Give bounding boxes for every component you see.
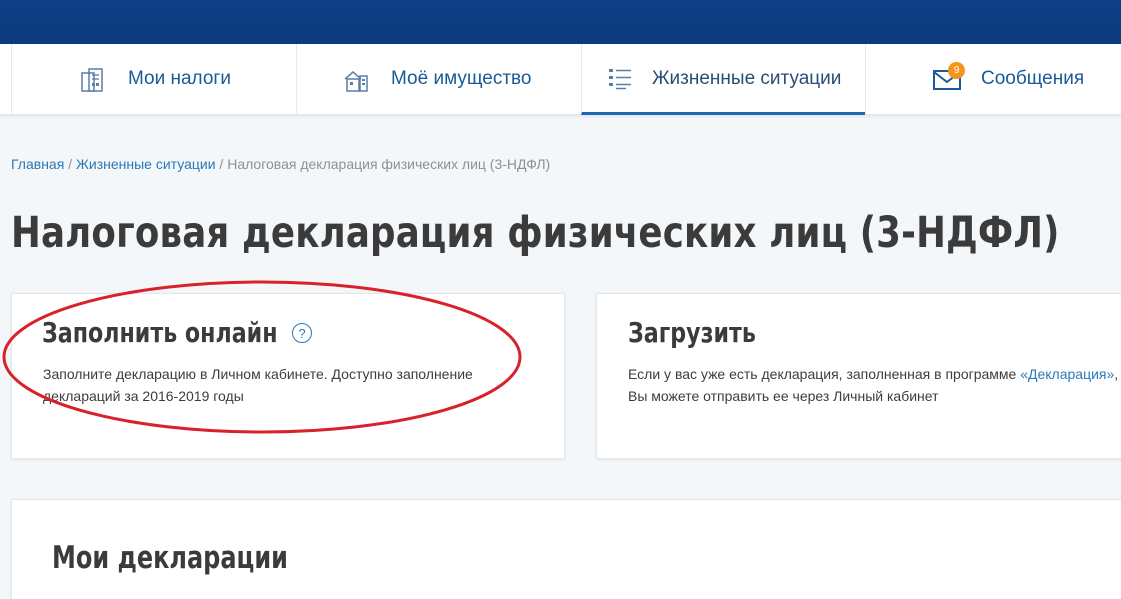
breadcrumb-separator: / [215,156,228,172]
upload-card[interactable]: Загрузить Если у вас уже есть декларация… [596,293,1121,459]
list-icon [609,69,631,90]
tax-documents-icon [81,68,103,92]
nav-messages[interactable]: Сообщения [865,44,1121,115]
nav-label: Моё имущество [391,68,532,89]
upload-title: Загрузить [628,316,756,349]
nav-label: Мои налоги [128,68,231,89]
help-icon[interactable]: ? [292,323,312,343]
top-header [0,0,1121,44]
breadcrumb: Главная / Жизненные ситуации / Налоговая… [11,156,550,172]
messages-count-badge: 9 [948,62,965,79]
nav-my-property[interactable]: Моё имущество [296,44,581,115]
declarations-title: Мои декларации [52,540,288,576]
breadcrumb-section-link[interactable]: Жизненные ситуации [76,156,216,172]
nav-label: Сообщения [981,68,1085,89]
breadcrumb-current: Налоговая декларация физических лиц (3-Н… [227,156,551,172]
breadcrumb-home-link[interactable]: Главная [11,156,64,172]
main-nav: Мои налоги Моё имущество Жизненные ситуа… [0,44,1121,115]
nav-life-situations[interactable]: Жизненные ситуации [581,44,865,115]
fill-online-title: Заполнить онлайн [42,316,278,349]
upload-description: Если у вас уже есть декларация, заполнен… [628,363,1121,407]
property-icon [344,71,368,92]
page-title: Налоговая декларация физических лиц (3-Н… [11,208,1060,258]
fill-online-card[interactable]: Заполнить онлайн ? Заполните декларацию … [11,293,565,459]
logo-icon[interactable] [26,0,66,6]
breadcrumb-separator: / [64,156,76,172]
declaration-program-link[interactable]: «Декларация» [1020,366,1114,382]
fill-online-description: Заполните декларацию в Личном кабинете. … [43,366,473,404]
nav-label: Жизненные ситуации [652,68,842,89]
upload-text-before: Если у вас уже есть декларация, заполнен… [628,366,1021,382]
nav-my-taxes[interactable]: Мои налоги [11,44,296,115]
